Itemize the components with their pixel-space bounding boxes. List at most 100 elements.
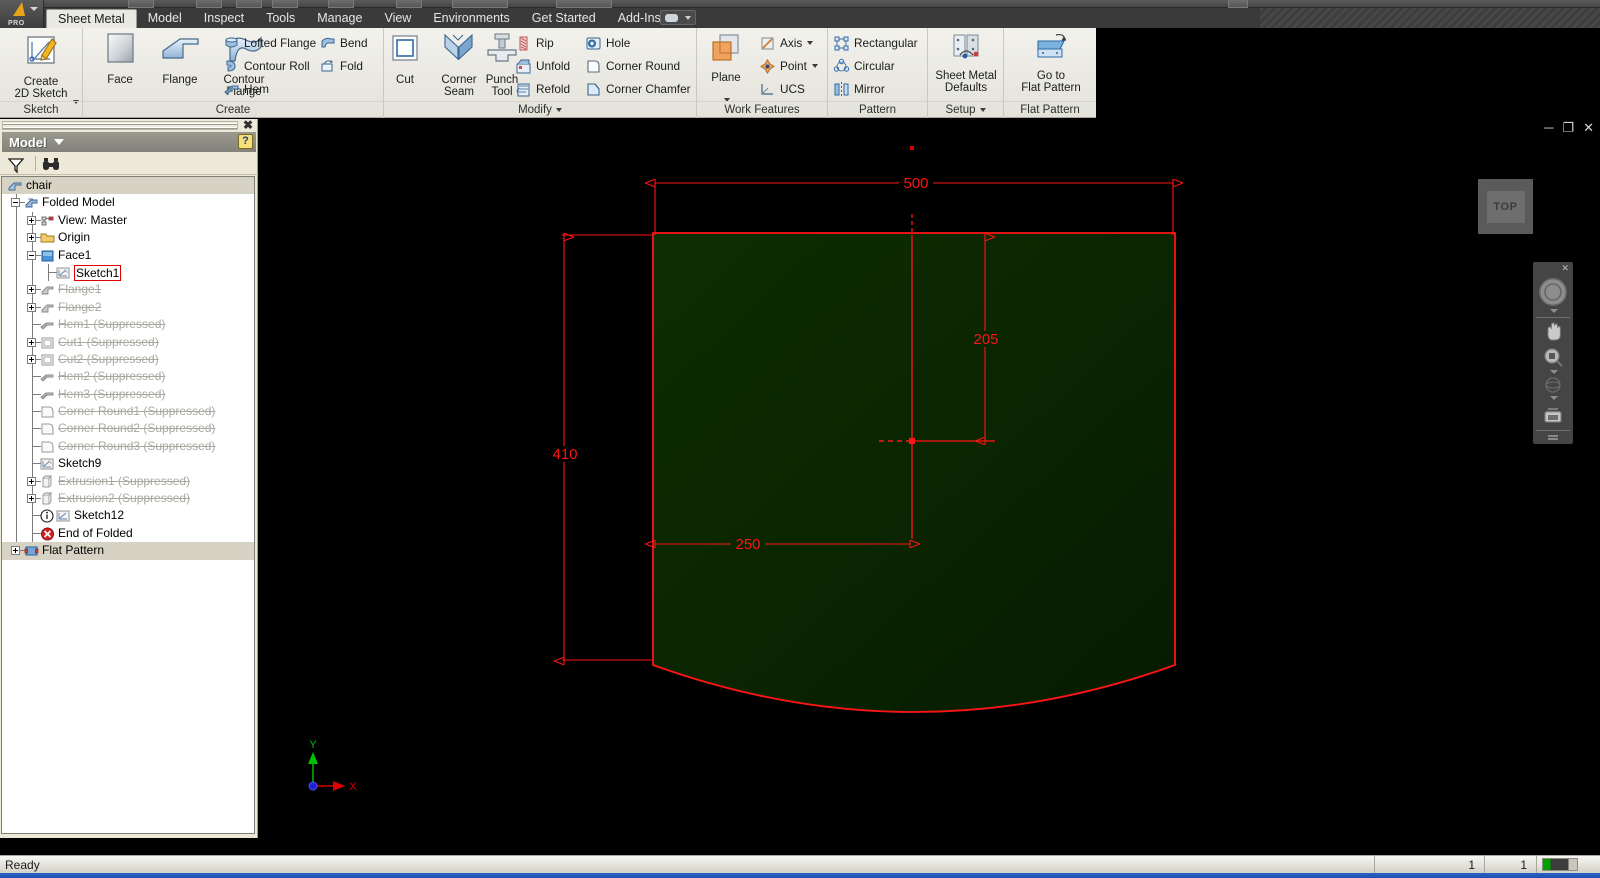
expand-icon[interactable] bbox=[27, 476, 36, 486]
ribbon-tab-environments[interactable]: Environments bbox=[422, 9, 520, 28]
chevron-down-icon[interactable] bbox=[1550, 396, 1558, 400]
navbar-menu-icon[interactable] bbox=[1533, 432, 1573, 446]
ribbon-tab-inspect[interactable]: Inspect bbox=[193, 9, 255, 28]
tree-item-face1[interactable]: Face1 bbox=[2, 246, 254, 264]
tree-item-flange1[interactable]: Flange1 bbox=[2, 281, 254, 299]
ucs-button[interactable]: UCS bbox=[759, 78, 805, 100]
chevron-down-icon[interactable] bbox=[979, 107, 986, 112]
create-2d-sketch-button[interactable]: Create 2D Sketch bbox=[8, 31, 74, 100]
expand-icon[interactable] bbox=[27, 354, 36, 364]
browser-drag-grip[interactable] bbox=[2, 121, 238, 130]
tree-item-hem1-suppressed[interactable]: Hem1 (Suppressed) bbox=[2, 316, 254, 334]
tree-item-end-of-folded[interactable]: End of Folded bbox=[2, 524, 254, 543]
expand-icon[interactable] bbox=[27, 337, 36, 347]
tab-overflow-button[interactable] bbox=[660, 10, 696, 25]
refold-button[interactable]: Refold bbox=[515, 78, 570, 100]
tree-item-hem3-suppressed[interactable]: Hem3 (Suppressed) bbox=[2, 385, 254, 404]
sheet-metal-defaults-button[interactable]: Sheet Metal Defaults bbox=[933, 31, 999, 94]
tree-item-extrusion2-suppressed[interactable]: Extrusion2 (Suppressed) bbox=[2, 490, 254, 508]
bend-button[interactable]: Bend bbox=[319, 32, 368, 54]
tree-item-flat-pattern[interactable]: Flat Pattern bbox=[2, 542, 254, 560]
ribbon-tab-sheet-metal[interactable]: Sheet Metal bbox=[46, 9, 137, 28]
color-swatch[interactable] bbox=[1542, 858, 1578, 871]
quick-access-toolbar[interactable] bbox=[0, 0, 1600, 8]
navigation-bar[interactable]: ✕ bbox=[1533, 262, 1573, 444]
work-axis-button[interactable]: Axis bbox=[759, 32, 814, 54]
dimension-label-205[interactable]: 205 bbox=[973, 331, 998, 348]
sketch-geometry[interactable]: 500 410 205 250 bbox=[259, 119, 1600, 838]
corner-chamfer-button[interactable]: Corner Chamfer bbox=[585, 78, 691, 100]
fold-button[interactable]: Fold bbox=[319, 55, 363, 77]
work-plane-button[interactable]: Plane bbox=[693, 31, 759, 84]
qat-appearance-dropdown[interactable] bbox=[556, 0, 612, 8]
application-menu-button[interactable]: PRO bbox=[0, 0, 44, 28]
navbar-close-icon[interactable]: ✕ bbox=[1561, 263, 1569, 274]
tree-item-corner-round3-suppressed[interactable]: Corner Round3 (Suppressed) bbox=[2, 437, 254, 456]
chevron-down-icon[interactable] bbox=[1550, 309, 1558, 313]
steering-wheel-icon[interactable] bbox=[1533, 276, 1573, 311]
expand-icon[interactable] bbox=[27, 494, 36, 504]
ribbon-tab-view[interactable]: View bbox=[373, 9, 422, 28]
expand-icon[interactable] bbox=[27, 215, 36, 225]
tree-item-chair[interactable]: chair bbox=[2, 177, 254, 195]
help-icon[interactable]: ? bbox=[238, 134, 253, 149]
graphics-viewport[interactable]: ─ ❐ ✕ 500 410 205 250 TOP ✕ Y X bbox=[259, 119, 1600, 838]
contour-roll-button[interactable]: Contour Roll bbox=[223, 55, 310, 77]
qat-select-icon[interactable] bbox=[328, 0, 354, 8]
face-button[interactable]: Face bbox=[87, 31, 153, 86]
model-tree[interactable]: chair Folded Model View: Master Origin Face1… bbox=[1, 176, 255, 834]
unfold-button[interactable]: Unfold bbox=[515, 55, 570, 77]
tree-item-flange2[interactable]: Flange2 bbox=[2, 298, 254, 317]
qat-return-icon[interactable] bbox=[396, 0, 422, 8]
lofted-flange-button[interactable]: Lofted Flange bbox=[223, 32, 316, 54]
expand-icon[interactable] bbox=[27, 233, 36, 243]
tree-item-sketch9[interactable]: Sketch9 bbox=[2, 455, 254, 473]
tree-item-corner-round1-suppressed[interactable]: Corner Round1 (Suppressed) bbox=[2, 403, 254, 421]
qat-new-icon[interactable] bbox=[128, 0, 154, 8]
chevron-down-icon[interactable] bbox=[807, 41, 814, 45]
ribbon-tab-manage[interactable]: Manage bbox=[306, 9, 373, 28]
tree-item-sketch1[interactable]: Sketch1 bbox=[2, 263, 254, 282]
tree-item-folded-model[interactable]: Folded Model bbox=[2, 194, 254, 212]
work-point-button[interactable]: Point bbox=[759, 55, 818, 77]
collapse-icon[interactable] bbox=[11, 198, 20, 208]
viewcube[interactable]: TOP bbox=[1478, 179, 1533, 234]
browser-close-icon[interactable]: ✖ bbox=[243, 119, 253, 131]
dimension-label-410[interactable]: 410 bbox=[552, 446, 577, 463]
expand-icon[interactable] bbox=[27, 302, 36, 312]
browser-header[interactable]: Model bbox=[2, 132, 256, 152]
rectangular-pattern-button[interactable]: Rectangular bbox=[833, 32, 918, 54]
tree-item-sketch12[interactable]: Sketch12 bbox=[2, 507, 254, 525]
ribbon-tab-get-started[interactable]: Get Started bbox=[521, 9, 607, 28]
qat-save-icon[interactable] bbox=[196, 0, 222, 8]
hem-button[interactable]: Hem bbox=[223, 78, 269, 100]
tree-item-extrusion1-suppressed[interactable]: Extrusion1 (Suppressed) bbox=[2, 472, 254, 491]
expand-icon[interactable] bbox=[27, 285, 36, 295]
tree-item-cut1-suppressed[interactable]: Cut1 (Suppressed) bbox=[2, 333, 254, 351]
tree-item-hem2-suppressed[interactable]: Hem2 (Suppressed) bbox=[2, 368, 254, 386]
qat-material-dropdown[interactable] bbox=[452, 0, 508, 8]
sketch-origin-point[interactable] bbox=[910, 146, 914, 150]
ribbon-tab-tools[interactable]: Tools bbox=[255, 9, 306, 28]
ribbon-tab-model[interactable]: Model bbox=[137, 9, 193, 28]
expand-icon[interactable] bbox=[11, 546, 20, 556]
tree-item-origin[interactable]: Origin bbox=[2, 229, 254, 247]
tree-item-corner-round2-suppressed[interactable]: Corner Round2 (Suppressed) bbox=[2, 420, 254, 438]
qat-overflow-icon[interactable] bbox=[1228, 0, 1248, 8]
find-binoculars-icon[interactable] bbox=[41, 154, 67, 174]
circular-pattern-button[interactable]: Circular bbox=[833, 55, 895, 77]
chevron-down-icon[interactable] bbox=[555, 107, 562, 112]
go-to-flat-pattern-button[interactable]: Go to Flat Pattern bbox=[1016, 31, 1086, 94]
qat-redo-icon[interactable] bbox=[272, 0, 298, 8]
corner-round-button[interactable]: Corner Round bbox=[585, 55, 680, 77]
chevron-down-icon[interactable] bbox=[53, 139, 64, 145]
flange-button[interactable]: Flange bbox=[147, 31, 213, 86]
chevron-down-icon[interactable] bbox=[811, 64, 818, 68]
dimension-label-500[interactable]: 500 bbox=[903, 175, 928, 192]
show-motion-icon[interactable] bbox=[1533, 405, 1573, 430]
tree-item-view-master[interactable]: View: Master bbox=[2, 211, 254, 230]
qat-undo-icon[interactable] bbox=[236, 0, 262, 8]
pan-hand-icon[interactable] bbox=[1533, 320, 1573, 347]
filter-icon[interactable] bbox=[7, 154, 33, 174]
collapse-icon[interactable] bbox=[27, 250, 36, 260]
